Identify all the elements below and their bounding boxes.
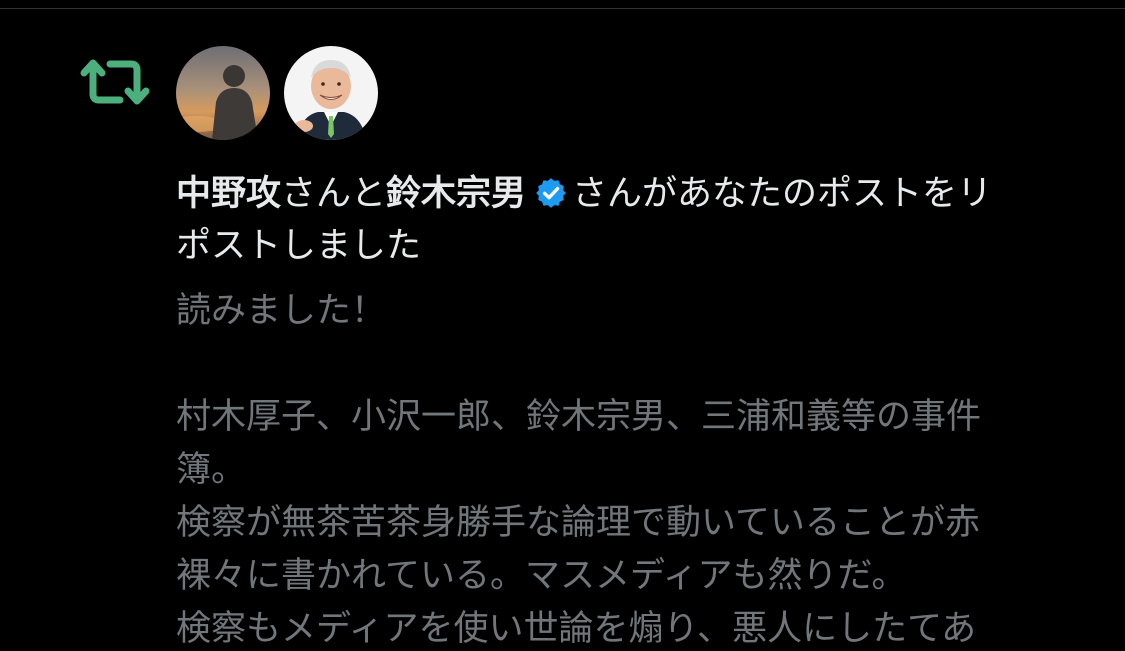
post-line: 読みました！ xyxy=(176,291,387,331)
user1-name-link[interactable]: 中野攻 xyxy=(176,174,281,214)
post-line: 簿。 xyxy=(176,450,247,490)
verified-badge-icon xyxy=(536,178,566,208)
avatar-user-2[interactable] xyxy=(284,46,378,140)
post-line-blank xyxy=(176,338,1096,391)
avatar-person-sunset-icon xyxy=(176,46,270,140)
joiner-text: さんと xyxy=(281,174,387,214)
action-text-line2: ポストしました xyxy=(176,226,422,266)
divider xyxy=(0,8,1125,9)
post-line: 検察が無茶苦茶身勝手な論理で動いていることが赤 xyxy=(176,503,980,543)
repost-icon xyxy=(80,59,150,105)
notification-item[interactable]: 中野攻さんと鈴木宗男 さんがあなたのポストをリポストしました 読みました！ 村木厚… xyxy=(0,0,1125,651)
post-line: 検察もメディアを使い世論を煽り、悪人にしたてあ xyxy=(176,609,977,649)
avatar-user-1[interactable] xyxy=(176,46,270,140)
user2-name-link[interactable]: 鈴木宗男 xyxy=(386,174,526,214)
post-line: 裸々に書かれている。マスメディアも然りだ。 xyxy=(176,556,907,596)
notification-headline: 中野攻さんと鈴木宗男 さんがあなたのポストをリポストしました xyxy=(176,168,1096,272)
action-text-line1: さんがあなたのポストをリ xyxy=(572,174,993,214)
post-preview[interactable]: 読みました！ 村木厚子、小沢一郎、鈴木宗男、三浦和義等の事件 簿。 検察が無茶苦… xyxy=(176,285,1096,651)
avatar-smiling-man-suit-icon xyxy=(284,46,378,140)
post-line: 村木厚子、小沢一郎、鈴木宗男、三浦和義等の事件 xyxy=(176,397,982,437)
